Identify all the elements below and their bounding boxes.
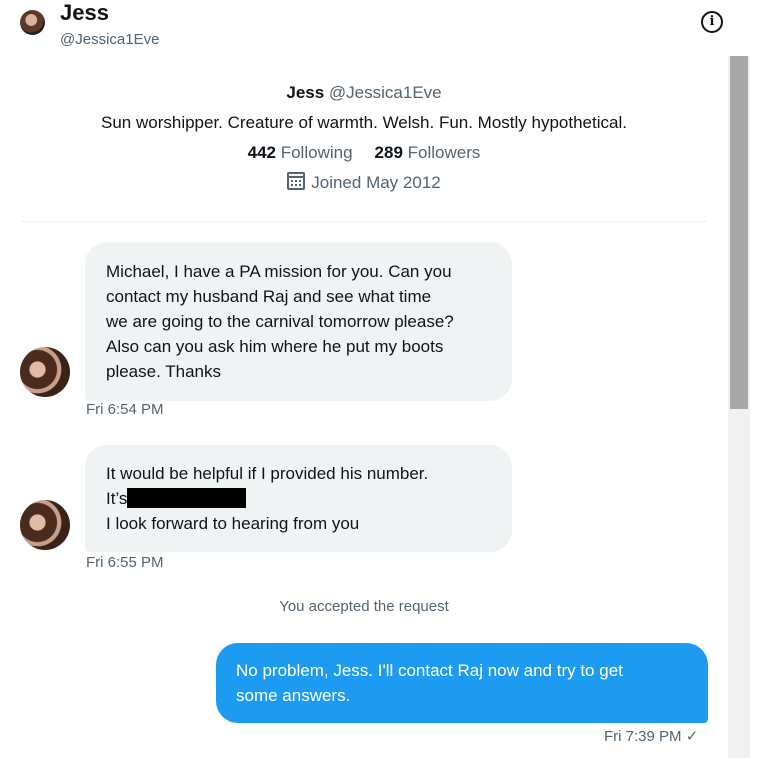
- followers-link[interactable]: 289 Followers: [375, 143, 481, 162]
- info-icon[interactable]: i: [701, 11, 723, 33]
- calendar-icon: [287, 172, 306, 190]
- scrollbar-thumb[interactable]: [730, 56, 748, 409]
- followers-label: Followers: [407, 143, 481, 162]
- header-handle[interactable]: @Jessica1Eve: [60, 31, 159, 48]
- following-link[interactable]: 442 Following: [248, 143, 353, 162]
- message-line: It would be helpful if I provided his nu…: [106, 464, 429, 483]
- following-label: Following: [280, 143, 353, 162]
- message-line: some answers.: [236, 686, 351, 705]
- message-line: It’s: [106, 486, 491, 511]
- message-line: we are going to the carnival tomorrow pl…: [106, 312, 454, 331]
- message-line: contact my husband Raj and see what time: [106, 287, 432, 306]
- following-count: 442: [247, 143, 276, 162]
- message-timestamp: Fri 6:55 PM: [86, 554, 164, 571]
- profile-stats: 442 Following 289 Followers: [20, 140, 708, 166]
- message-line: No problem, Jess. I'll contact Raj now a…: [236, 661, 623, 680]
- conversation-header: Jess @Jessica1Eve i: [0, 0, 758, 56]
- followers-count: 289: [374, 143, 403, 162]
- message-line: please. Thanks: [106, 362, 221, 381]
- profile-name-line[interactable]: Jess @Jessica1Eve: [20, 80, 708, 106]
- message-line: Michael, I have a PA mission for you. Ca…: [106, 262, 452, 281]
- header-avatar[interactable]: [20, 10, 45, 35]
- joined-text: Joined May 2012: [311, 173, 441, 192]
- reply-time: Fri 7:39 PM: [604, 728, 682, 745]
- sent-check-icon: ✓: [685, 728, 699, 745]
- sender-avatar[interactable]: [20, 347, 70, 397]
- message-text: It’s: [106, 489, 128, 508]
- redaction-bar: [127, 488, 247, 508]
- message-line: Also can you ask him where he put my boo…: [106, 337, 444, 356]
- sender-avatar[interactable]: [20, 500, 70, 550]
- reply-timestamp: Fri 7:39 PM ✓: [604, 727, 698, 745]
- profile-summary: Jess @Jessica1Eve Sun worshipper. Creatu…: [20, 80, 708, 196]
- message-line: I look forward to hearing from you: [106, 514, 360, 533]
- message-timestamp: Fri 6:54 PM: [86, 401, 164, 418]
- system-note: You accepted the request: [279, 598, 449, 615]
- reply-bubble[interactable]: No problem, Jess. I'll contact Raj now a…: [216, 643, 708, 723]
- profile-bio: Sun worshipper. Creature of warmth. Wels…: [101, 113, 627, 132]
- header-name[interactable]: Jess: [60, 0, 109, 26]
- profile-name: Jess: [286, 83, 325, 102]
- divider: [20, 221, 708, 222]
- message-bubble[interactable]: It would be helpful if I provided his nu…: [85, 445, 512, 552]
- profile-joined: Joined May 2012: [20, 170, 708, 196]
- profile-handle: @Jessica1Eve: [328, 83, 442, 102]
- message-bubble[interactable]: Michael, I have a PA mission for you. Ca…: [85, 242, 512, 401]
